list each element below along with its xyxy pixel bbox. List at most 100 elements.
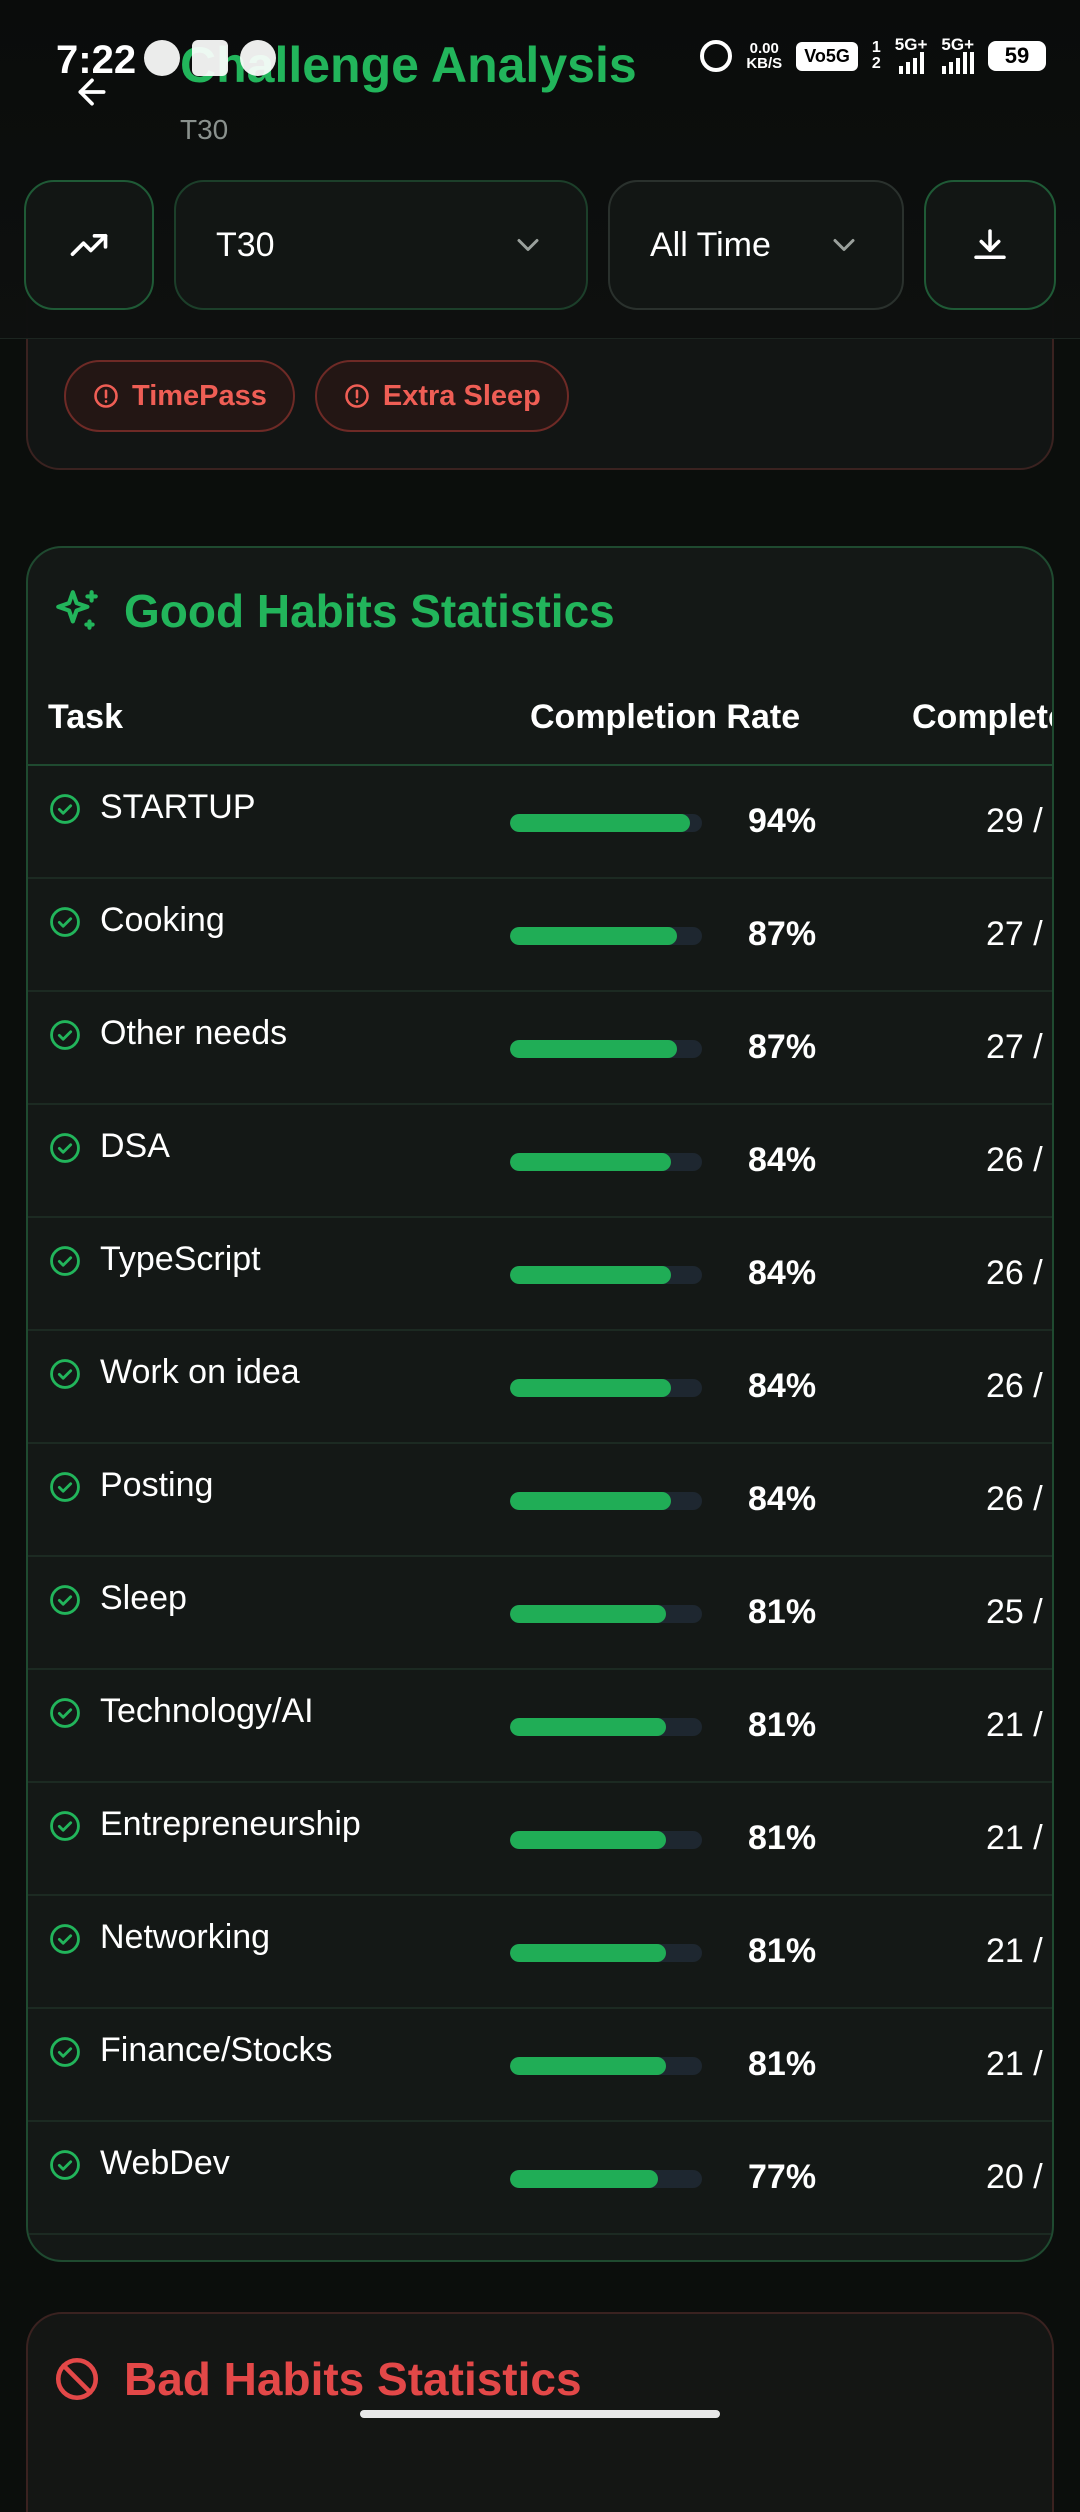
alert-circle-icon [94,384,118,408]
completion-progress-bar [510,1040,702,1058]
completion-progress-bar [510,1379,702,1397]
check-circle-icon [50,1924,80,1954]
completion-rate: 87% [748,915,817,953]
completion-rate: 87% [748,1028,817,1066]
completed-count: 27 / [986,1028,1043,1066]
habit-chip[interactable]: Extra Sleep [314,360,569,432]
table-row[interactable]: TypeScript 84% 26 / [28,1218,1052,1331]
task-name: Other needs [100,1014,288,1052]
table-row[interactable]: Posting 84% 26 / [28,1444,1052,1557]
table-row[interactable]: Finance/Stocks 81% 21 / [28,2009,1052,2122]
completion-progress-fill [510,927,678,945]
completion-progress-fill [510,1718,666,1736]
task-name: STARTUP [100,788,256,826]
completed-count: 21 / [986,1706,1043,1744]
completed-count: 26 / [986,1480,1043,1518]
completion-progress-bar [510,1153,702,1171]
table-row[interactable]: Technology/AI 81% 21 / [28,1670,1052,1783]
check-circle-icon [50,2150,80,2180]
table-row[interactable]: Cooking 87% 27 / [28,879,1052,992]
download-button[interactable] [924,180,1056,310]
habit-chip[interactable]: TimePass [64,360,295,432]
completion-progress-fill [510,1266,672,1284]
check-circle-icon [50,1698,80,1728]
message-notification-icon [144,40,180,76]
completion-rate: 81% [748,2045,817,2083]
check-circle-icon [50,1359,80,1389]
table-row[interactable]: Sleep 81% 25 / [28,1557,1052,1670]
completion-rate: 77% [748,2158,817,2196]
status-bar: 7:22 0.00 KB/S Vo5G 1 2 5G+ 5G+ 59 [0,0,1080,120]
good-habits-card: Good Habits Statistics Task Completion R… [26,546,1054,2262]
completion-rate: 84% [748,1141,817,1179]
task-name: Finance/Stocks [100,2031,333,2069]
completed-count: 26 / [986,1254,1043,1292]
completion-progress-bar [510,2057,702,2075]
table-row[interactable]: Networking 81% 21 / [28,1896,1052,2009]
completion-progress-bar [510,1492,702,1510]
completion-progress-bar [510,1831,702,1849]
bad-habits-header: Bad Habits Statistics [52,2352,582,2406]
completed-count: 20 / [986,2158,1043,2196]
column-header-completed[interactable]: Complete [912,698,1052,737]
battery-icon: 59 [988,41,1046,71]
table-row[interactable]: DSA 84% 26 / [28,1105,1052,1218]
sim2-label: 2 [871,55,881,72]
good-habits-header: Good Habits Statistics [52,584,615,638]
trending-up-icon [70,234,108,256]
table-row[interactable]: Other needs 87% 27 / [28,992,1052,1105]
completion-progress-bar [510,1605,702,1623]
chip-label: Extra Sleep [382,379,541,412]
completed-count: 21 / [986,1932,1043,1970]
completed-count: 29 / [986,802,1043,840]
completed-count: 25 / [986,1593,1043,1631]
completion-progress-fill [510,1944,666,1962]
task-name: Entrepreneurship [100,1805,361,1843]
check-circle-icon [50,1585,80,1615]
completion-progress-fill [510,1605,666,1623]
notification-icons [144,40,276,76]
check-circle-icon [50,1133,80,1163]
download-icon [974,229,1006,259]
check-circle-icon [50,1246,80,1276]
alert-circle-icon [345,384,369,408]
check-circle-icon [50,907,80,937]
check-circle-icon [50,2037,80,2067]
completion-progress-bar [510,2170,702,2188]
check-circle-icon [50,1472,80,1502]
task-name: Sleep [100,1579,187,1617]
completed-count: 21 / [986,2045,1043,2083]
system-indicators: 0.00 KB/S Vo5G 1 2 5G+ 5G+ 59 [700,36,1046,74]
alarm-icon [700,40,733,72]
task-name: Technology/AI [100,1692,314,1730]
challenge-select[interactable]: T30 [174,180,588,310]
table-row[interactable]: WebDev 77% 20 / [28,2122,1052,2235]
column-header-task[interactable]: Task [48,698,123,737]
completed-count: 27 / [986,915,1043,953]
table-row[interactable]: Entrepreneurship 81% 21 / [28,1783,1052,1896]
time-range-select-value: All Time [650,225,771,264]
chevron-down-icon [517,239,539,251]
table-row[interactable]: STARTUP 94% 29 / [28,766,1052,879]
status-time: 7:22 [56,38,137,82]
signal-1: 5G+ [895,36,927,74]
check-circle-icon [50,794,80,824]
check-circle-icon [50,1811,80,1841]
completion-rate: 94% [748,802,817,840]
task-name: TypeScript [100,1240,261,1278]
time-range-select[interactable]: All Time [608,180,904,310]
signal-2: 5G+ [941,36,974,74]
completion-progress-fill [510,814,691,832]
toolbar: T30 All Time [0,180,1080,310]
completion-progress-bar [510,927,702,945]
completion-progress-bar [510,1944,702,1962]
home-indicator[interactable] [360,2410,720,2418]
completion-progress-bar [510,1718,702,1736]
completion-progress-fill [510,1492,672,1510]
table-row[interactable]: Work on idea 84% 26 / [28,1331,1052,1444]
column-header-completion-rate[interactable]: Completion Rate [530,698,800,737]
completion-rate: 81% [748,1819,817,1857]
trend-button[interactable] [24,180,154,310]
completion-progress-fill [510,2057,666,2075]
ban-icon [55,2357,99,2401]
